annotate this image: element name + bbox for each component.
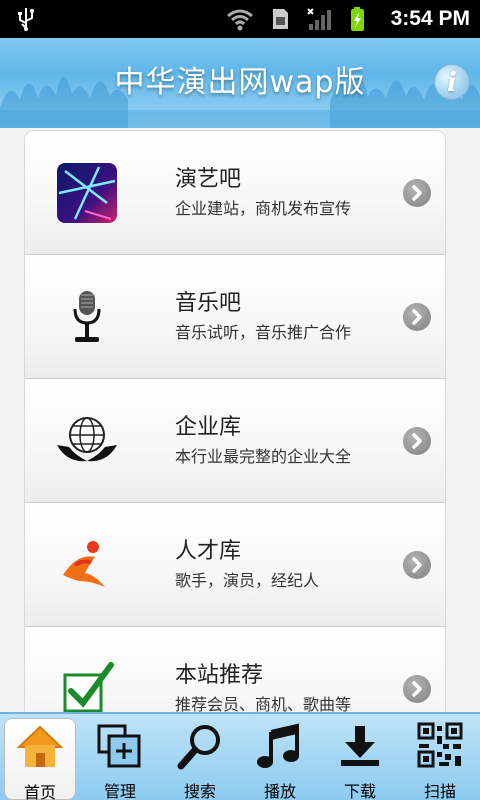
- item-title: 人才库: [175, 539, 242, 564]
- list-item[interactable]: 本站推荐 推荐会员、商机、歌曲等: [25, 627, 445, 719]
- category-list: 演艺吧 企业建站，商机发布宣传 音乐吧 音乐试听，音乐推广合作 企业库 本行业最…: [24, 130, 446, 720]
- tab-manage[interactable]: 管理: [80, 718, 160, 800]
- tab-label: 管理: [103, 782, 136, 800]
- tab-label: 下载: [343, 782, 376, 800]
- chevron-right-icon: [403, 675, 431, 703]
- status-bar: 3:54 PM: [0, 0, 480, 38]
- app-header: 中华演出网wap版 i: [0, 38, 480, 128]
- tab-download[interactable]: 下载: [320, 718, 400, 800]
- running-person-icon: [63, 541, 105, 587]
- home-icon: [16, 725, 64, 767]
- chevron-right-icon: [403, 427, 431, 455]
- chevron-right-icon: [403, 303, 431, 331]
- info-icon: i: [447, 68, 457, 98]
- tab-scan[interactable]: 扫描: [400, 718, 480, 800]
- tab-label: 播放: [263, 782, 296, 800]
- stage-lights-icon: [57, 163, 117, 223]
- qr-code-icon: [417, 722, 463, 768]
- info-button[interactable]: i: [434, 64, 470, 100]
- item-subtitle: 企业建站，商机发布宣传: [175, 199, 352, 218]
- item-title: 本站推荐: [175, 663, 264, 688]
- wifi-icon: [226, 9, 253, 31]
- download-icon: [341, 726, 379, 766]
- battery-charging-icon: [350, 7, 364, 31]
- usb-icon: [18, 8, 34, 31]
- manage-icon: [97, 724, 141, 768]
- item-title: 企业库: [175, 415, 242, 440]
- item-title: 演艺吧: [175, 167, 242, 192]
- tab-label: 扫描: [423, 782, 456, 800]
- music-note-icon: [257, 723, 299, 768]
- tab-home[interactable]: 首页: [4, 718, 76, 800]
- page-title: 中华演出网wap版: [114, 65, 366, 100]
- bottom-tab-bar: 首页 管理 搜索 播放 下载 扫描: [0, 712, 480, 800]
- checkbox-icon: [63, 662, 114, 713]
- tab-label: 首页: [23, 783, 56, 800]
- tab-play[interactable]: 播放: [240, 718, 320, 800]
- microphone-icon: [73, 291, 101, 342]
- list-item[interactable]: 人才库 歌手，演员，经纪人: [25, 503, 445, 627]
- chevron-right-icon: [403, 551, 431, 579]
- chevron-right-icon: [403, 179, 431, 207]
- list-item[interactable]: 音乐吧 音乐试听，音乐推广合作: [25, 255, 445, 379]
- list-item[interactable]: 企业库 本行业最完整的企业大全: [25, 379, 445, 503]
- signal-icon: [306, 8, 331, 30]
- globe-hands-icon: [57, 417, 117, 462]
- status-time: 3:54 PM: [390, 7, 470, 30]
- sim-icon: [272, 9, 288, 29]
- tab-search[interactable]: 搜索: [160, 718, 240, 800]
- tab-label: 搜索: [183, 782, 216, 800]
- search-icon: [177, 725, 220, 770]
- item-subtitle: 歌手，演员，经纪人: [175, 571, 320, 590]
- item-subtitle: 音乐试听，音乐推广合作: [175, 323, 352, 342]
- item-title: 音乐吧: [175, 291, 242, 316]
- item-subtitle: 本行业最完整的企业大全: [175, 447, 352, 466]
- list-item[interactable]: 演艺吧 企业建站，商机发布宣传: [25, 131, 445, 255]
